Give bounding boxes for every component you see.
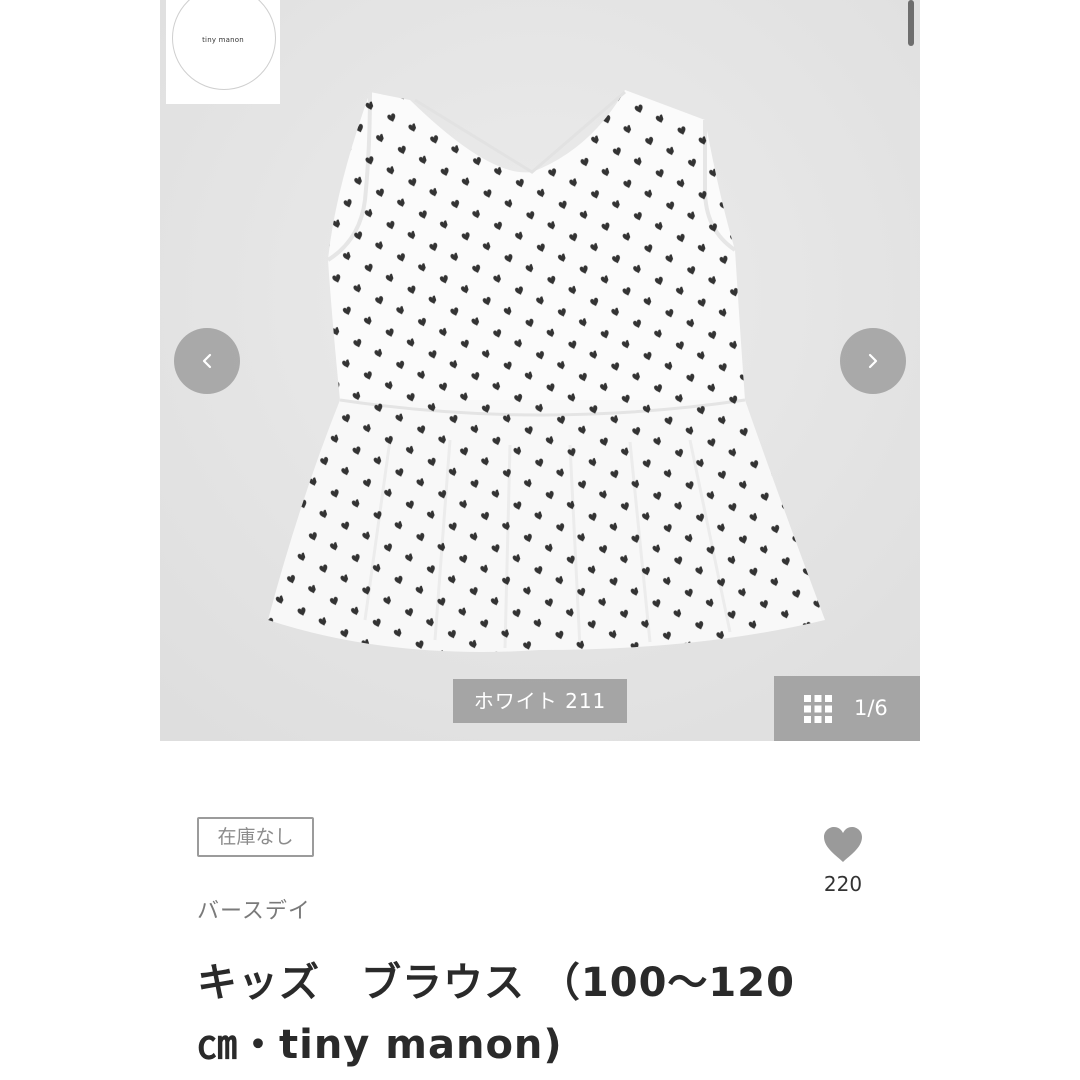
- color-variant-label: ホワイト 211: [453, 679, 627, 723]
- next-image-button[interactable]: [840, 328, 906, 394]
- logo-text: tiny manon: [202, 36, 244, 44]
- chevron-left-icon: [202, 353, 212, 369]
- previous-image-button[interactable]: [174, 328, 240, 394]
- scrollbar-thumb[interactable]: [908, 0, 914, 46]
- product-image-gallery[interactable]: tiny manon ホワイト 211 1/6: [160, 0, 920, 741]
- chevron-right-icon: [868, 353, 878, 369]
- shop-name-link[interactable]: バースデイ: [197, 893, 311, 925]
- image-grid-button[interactable]: 1/6: [774, 676, 920, 741]
- favorite-count: 220: [823, 872, 863, 896]
- grid-icon: [804, 695, 832, 723]
- brand-logo: tiny manon: [166, 0, 280, 104]
- stock-status-badge: 在庫なし: [197, 817, 314, 857]
- product-photo: [160, 0, 920, 741]
- favorite-button[interactable]: 220: [812, 822, 874, 902]
- logo-ring: [172, 0, 276, 90]
- product-page: tiny manon ホワイト 211 1/6 在庫なし 220 バースデイ キ…: [0, 0, 1080, 1080]
- heart-icon: [824, 827, 862, 862]
- image-counter-text: 1/6: [854, 696, 888, 720]
- product-title: キッズ ブラウス （100〜120 ㎝・tiny manon): [197, 960, 795, 1068]
